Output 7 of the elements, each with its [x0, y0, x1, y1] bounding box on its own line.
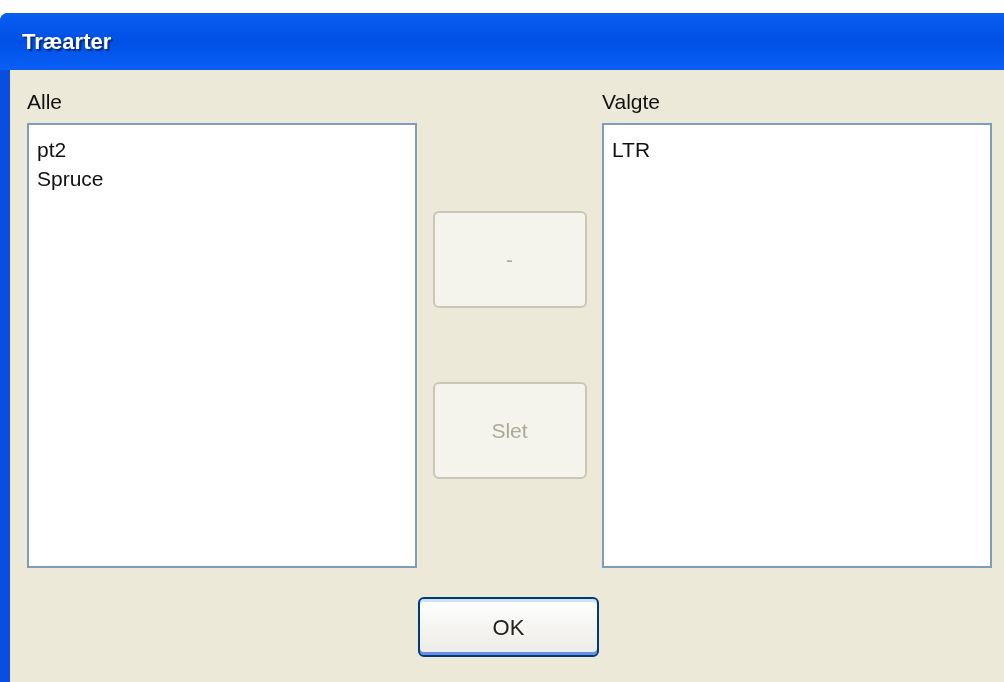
window-title: Træarter — [22, 28, 112, 56]
list-item[interactable]: Spruce — [37, 164, 104, 193]
list-label: Alle — [27, 89, 63, 115]
ok-button[interactable]: OK — [418, 597, 599, 657]
list-label: Valgte — [602, 89, 660, 115]
list-item[interactable]: pt2 — [37, 135, 67, 164]
list-item[interactable]: LTR — [612, 135, 651, 164]
